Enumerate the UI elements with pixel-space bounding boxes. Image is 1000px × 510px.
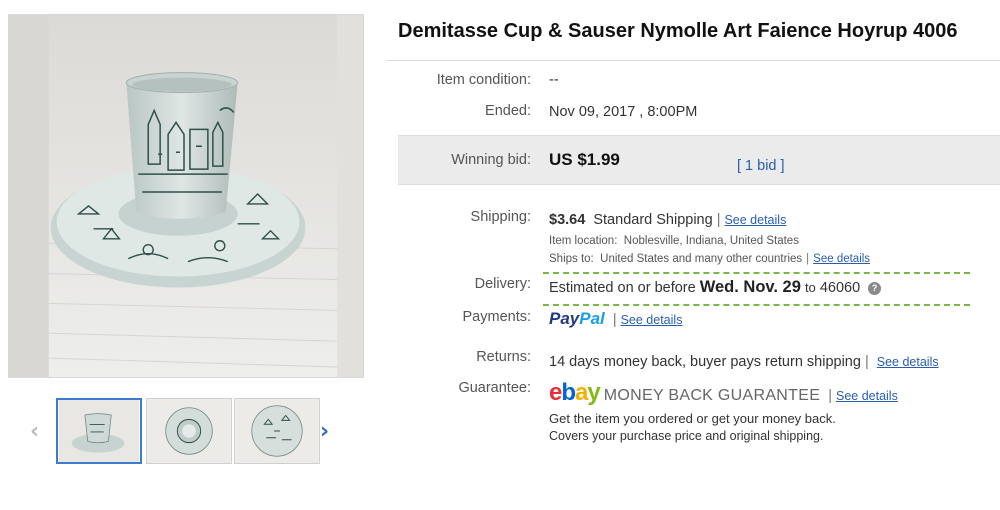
separator: |: [864, 354, 869, 370]
chevron-left-icon[interactable]: ‹: [30, 421, 39, 443]
ships-to-value: United States and many other countries: [600, 253, 803, 265]
ebay-logo: ebay: [549, 379, 601, 406]
ships-to-line: Ships to: United States and many other c…: [549, 253, 870, 265]
thumbnail-2[interactable]: [146, 398, 232, 464]
paypal-logo: PayPal: [549, 309, 605, 328]
returns-value: 14 days money back, buyer pays return sh…: [549, 354, 861, 370]
payments-label: Payments:: [462, 309, 532, 325]
thumbnail-saucer-image: [235, 399, 319, 463]
payments-see-details-link[interactable]: See details: [621, 313, 683, 327]
listing-title: Demitasse Cup & Sauser Nymolle Art Faien…: [398, 20, 958, 42]
ended-value: Nov 09, 2017 , 8:00PM: [549, 104, 698, 120]
separator: |: [806, 253, 810, 265]
help-icon[interactable]: ?: [868, 281, 882, 295]
delivery-zip[interactable]: 46060: [820, 280, 860, 296]
shipping-see-details-link[interactable]: See details: [724, 213, 786, 227]
cup-saucer-photo: [9, 15, 363, 377]
delivery-date: Wed. Nov. 29: [699, 278, 801, 296]
guarantee-description-line1: Get the item you ordered or get your mon…: [549, 411, 836, 426]
thumbnail-cup-top-image: [147, 399, 231, 463]
condition-label: Item condition:: [436, 72, 531, 88]
thumbnail-strip: ‹ ›: [28, 398, 348, 464]
shipping-line: $3.64 Standard Shipping | See details: [549, 212, 786, 228]
main-product-image[interactable]: [8, 14, 364, 378]
shipping-label: Shipping:: [470, 209, 531, 225]
separator: |: [716, 212, 721, 228]
delivery-prefix: Estimated on or before: [549, 280, 696, 296]
winning-bid-label: Winning bid:: [451, 152, 531, 168]
item-location-line: Item location: Noblesville, Indiana, Uni…: [549, 235, 799, 247]
thumbnail-cup-side-image: [58, 400, 140, 462]
separator: |: [612, 312, 617, 328]
delivery-to: to: [804, 280, 816, 295]
returns-label: Returns:: [476, 349, 531, 365]
item-location-label: Item location:: [549, 235, 618, 247]
chevron-right-icon[interactable]: ›: [320, 421, 329, 443]
ended-label: Ended:: [485, 103, 531, 119]
delivery-label: Delivery:: [474, 276, 531, 292]
winning-bid-amount: US $1.99: [549, 150, 620, 169]
item-location-value: Noblesville, Indiana, United States: [623, 235, 799, 247]
thumbnail-1[interactable]: [56, 398, 142, 464]
guarantee-see-details-link[interactable]: See details: [836, 389, 898, 403]
guarantee-description-line2: Covers your purchase price and original …: [549, 429, 824, 443]
shipping-method: Standard Shipping: [593, 212, 713, 228]
money-back-guarantee-text: MONEY BACK GUARANTEE: [603, 387, 821, 404]
returns-see-details-link[interactable]: See details: [877, 355, 939, 369]
ships-to-see-details-link[interactable]: See details: [813, 253, 870, 265]
guarantee-label: Guarantee:: [458, 380, 531, 396]
bid-count-link[interactable]: [ 1 bid ]: [737, 158, 785, 174]
separator: |: [828, 388, 832, 404]
thumbnail-3[interactable]: [234, 398, 320, 464]
shipping-cost: $3.64: [549, 212, 586, 228]
title-divider: [386, 60, 1000, 61]
condition-value: --: [549, 72, 559, 88]
guarantee-line: ebay MONEY BACK GUARANTEE | See details: [549, 379, 898, 407]
payments-line: PayPal | See details: [549, 309, 682, 329]
delivery-estimate: Estimated on or before Wed. Nov. 29 to 4…: [549, 278, 882, 297]
returns-line: 14 days money back, buyer pays return sh…: [549, 354, 939, 370]
ships-to-label: Ships to:: [549, 253, 594, 265]
